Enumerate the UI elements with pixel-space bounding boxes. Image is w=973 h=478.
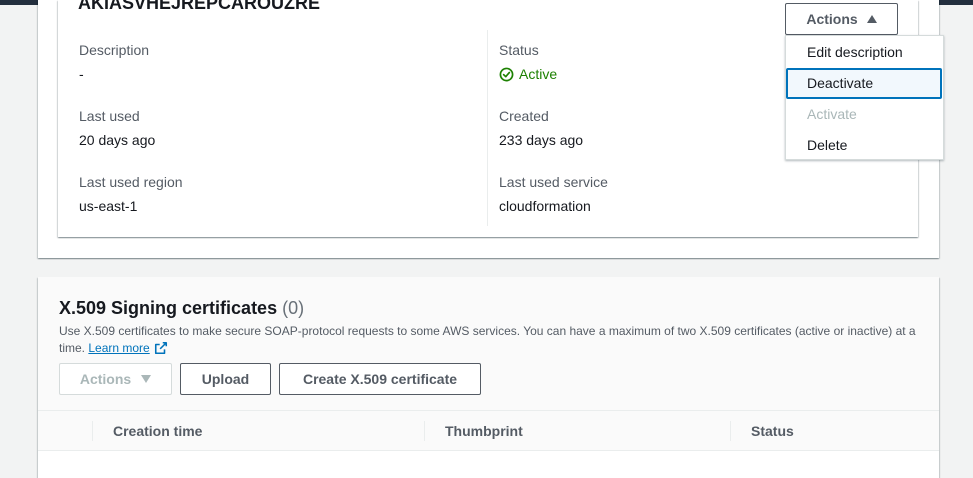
last-used-service-value: cloudformation bbox=[499, 198, 591, 214]
x509-title: X.509 Signing certificates (0) bbox=[59, 297, 304, 319]
status-value-wrap: Active bbox=[499, 64, 557, 84]
description-value: - bbox=[79, 66, 84, 82]
learn-more-link[interactable]: Learn more bbox=[88, 341, 149, 355]
check-circle-icon bbox=[499, 67, 514, 81]
column-header-creation-time[interactable]: Creation time bbox=[92, 421, 424, 441]
status-label: Status bbox=[499, 42, 539, 58]
status-value: Active bbox=[519, 66, 558, 82]
actions-button-label: Actions bbox=[806, 11, 858, 27]
column-header-status[interactable]: Status bbox=[730, 421, 930, 441]
menu-item-deactivate[interactable]: Deactivate bbox=[786, 68, 942, 99]
x509-description: Use X.509 certificates to make secure SO… bbox=[59, 323, 919, 357]
menu-item-activate[interactable]: Activate bbox=[786, 99, 943, 130]
x509-description-text: Use X.509 certificates to make secure SO… bbox=[59, 324, 916, 355]
x509-actions-button[interactable]: Actions bbox=[59, 363, 172, 395]
last-used-region-label: Last used region bbox=[79, 174, 183, 190]
caret-up-icon bbox=[866, 15, 877, 23]
last-used-value: 20 days ago bbox=[79, 132, 156, 148]
x509-count: (0) bbox=[282, 298, 305, 318]
create-x509-certificate-button[interactable]: Create X.509 certificate bbox=[279, 363, 481, 395]
last-used-field: Last used 20 days ago bbox=[79, 106, 155, 150]
last-used-service-label: Last used service bbox=[499, 174, 608, 190]
description-label: Description bbox=[79, 42, 150, 58]
external-link-icon[interactable] bbox=[154, 341, 168, 355]
column-divider bbox=[487, 30, 488, 226]
created-value: 233 days ago bbox=[499, 132, 584, 148]
last-used-region-field: Last used region us-east-1 bbox=[79, 172, 183, 216]
x509-header: X.509 Signing certificates (0) Use X.509… bbox=[38, 277, 939, 411]
last-used-service-field: Last used service cloudformation bbox=[499, 172, 608, 216]
last-used-region-value: us-east-1 bbox=[79, 198, 138, 214]
x509-actions-label: Actions bbox=[79, 371, 132, 387]
caret-down-icon bbox=[141, 375, 152, 383]
x509-table-header: Creation time Thumbprint Status bbox=[38, 411, 939, 451]
access-key-id-title: AKIASVHEJREPCAROUZRE bbox=[78, 0, 321, 13]
column-header-thumbprint[interactable]: Thumbprint bbox=[424, 421, 730, 441]
x509-certificates-panel: X.509 Signing certificates (0) Use X.509… bbox=[38, 277, 939, 478]
created-field: Created 233 days ago bbox=[499, 106, 583, 150]
actions-dropdown-menu: Edit description Deactivate Activate Del… bbox=[785, 35, 944, 160]
menu-item-edit-description[interactable]: Edit description bbox=[786, 37, 943, 68]
description-field: Description - bbox=[79, 40, 149, 84]
created-label: Created bbox=[499, 108, 549, 124]
x509-title-text: X.509 Signing certificates bbox=[59, 298, 278, 318]
menu-item-delete[interactable]: Delete bbox=[786, 130, 943, 161]
status-field: Status Active bbox=[499, 40, 557, 84]
x509-table-body bbox=[38, 451, 939, 478]
actions-button[interactable]: Actions bbox=[785, 3, 898, 35]
last-used-label: Last used bbox=[79, 108, 140, 124]
upload-button[interactable]: Upload bbox=[180, 363, 271, 395]
